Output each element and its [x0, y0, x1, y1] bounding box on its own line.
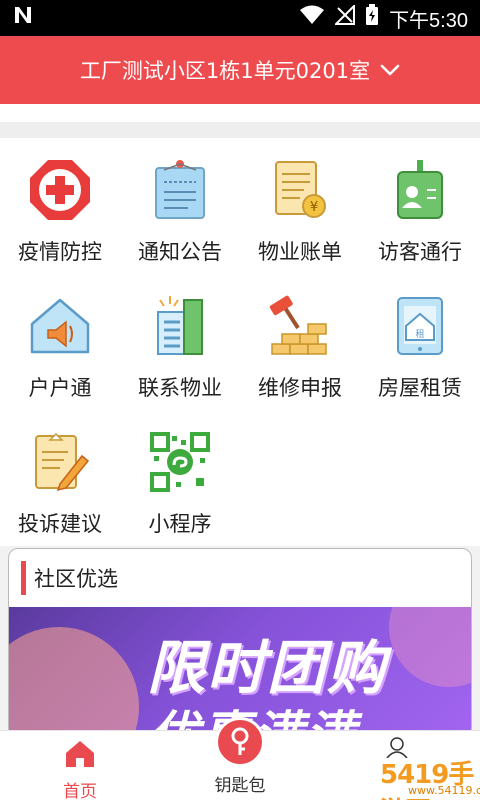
grid-item-epidemic[interactable]: 疫情防控 — [0, 138, 120, 274]
grid-item-repair[interactable]: 维修申报 — [240, 274, 360, 410]
grid-item-contact[interactable]: 联系物业 — [120, 274, 240, 410]
grid-item-rental[interactable]: 租 房屋租赁 — [360, 274, 480, 410]
home-icon — [63, 739, 97, 773]
banner-decoration — [389, 607, 471, 687]
tab-keys-label: 钥匙包 — [214, 776, 266, 796]
svg-text:租: 租 — [415, 329, 424, 340]
chevron-down-icon — [380, 63, 400, 77]
grid-item-label: 小程序 — [148, 512, 212, 536]
grid-item-broadcast[interactable]: 户户通 — [0, 274, 120, 410]
battery-charging-icon — [365, 4, 379, 32]
grid-item-label: 房屋租赁 — [378, 376, 462, 400]
grid-item-label: 通知公告 — [138, 240, 222, 264]
svg-text:¥: ¥ — [310, 200, 318, 215]
tab-keys[interactable]: 钥匙包 — [180, 717, 300, 800]
grid-item-mini-program[interactable]: 小程序 — [120, 410, 240, 546]
grid-item-label: 疫情防控 — [18, 240, 102, 264]
visitor-pass-icon — [386, 156, 454, 224]
accent-bar — [21, 561, 26, 595]
grid-item-visitor[interactable]: 访客通行 — [360, 138, 480, 274]
service-grid: 疫情防控 通知公告 ¥ 物业账单 访客通行 户户通 联系物业 维修申报 租 房屋… — [0, 138, 480, 546]
grid-item-label: 联系物业 — [138, 376, 222, 400]
card-title: 社区优选 — [34, 567, 118, 591]
signal-off-icon — [333, 3, 356, 31]
grid-item-complaint[interactable]: 投诉建议 — [0, 410, 120, 546]
status-time: 下午5:30 — [389, 9, 468, 32]
watermark-site: www.54119.com — [408, 784, 480, 797]
status-bar: 下午5:30 — [0, 0, 480, 36]
community-picks-card: 社区优选 限时团购 优惠满满 — [8, 548, 472, 738]
bill-icon: ¥ — [266, 156, 334, 224]
n-logo-icon — [12, 4, 34, 32]
building-icon — [146, 292, 214, 360]
grid-item-notice[interactable]: 通知公告 — [120, 138, 240, 274]
wifi-icon — [299, 5, 325, 31]
community-selector[interactable]: 工厂测试小区1栋1单元0201室 — [0, 36, 480, 104]
grid-item-label: 物业账单 — [258, 240, 342, 264]
red-cross-icon — [26, 156, 94, 224]
tab-home-label: 首页 — [63, 782, 97, 800]
key-icon — [215, 717, 265, 767]
house-speaker-icon — [26, 292, 94, 360]
notice-board-icon — [146, 156, 214, 224]
note-pencil-icon — [26, 428, 94, 496]
hammer-bricks-icon — [266, 292, 334, 360]
grid-item-label: 访客通行 — [378, 240, 462, 264]
grid-item-label: 维修申报 — [258, 376, 342, 400]
grid-item-label: 户户通 — [28, 376, 92, 400]
mini-program-qr-icon — [146, 428, 214, 496]
grid-item-bill[interactable]: ¥ 物业账单 — [240, 138, 360, 274]
section-divider — [0, 122, 480, 138]
tab-home[interactable]: 首页 — [20, 731, 140, 800]
site-watermark: 5419手游网 www.54119.com — [330, 736, 480, 800]
header-spacer — [0, 104, 480, 122]
tablet-house-icon: 租 — [386, 292, 454, 360]
card-header: 社区优选 — [9, 549, 471, 607]
banner-decoration — [9, 627, 139, 737]
community-title: 工厂测试小区1栋1单元0201室 — [79, 59, 371, 83]
grid-item-label: 投诉建议 — [18, 512, 102, 536]
banner-headline: 限时团购 — [147, 634, 388, 702]
